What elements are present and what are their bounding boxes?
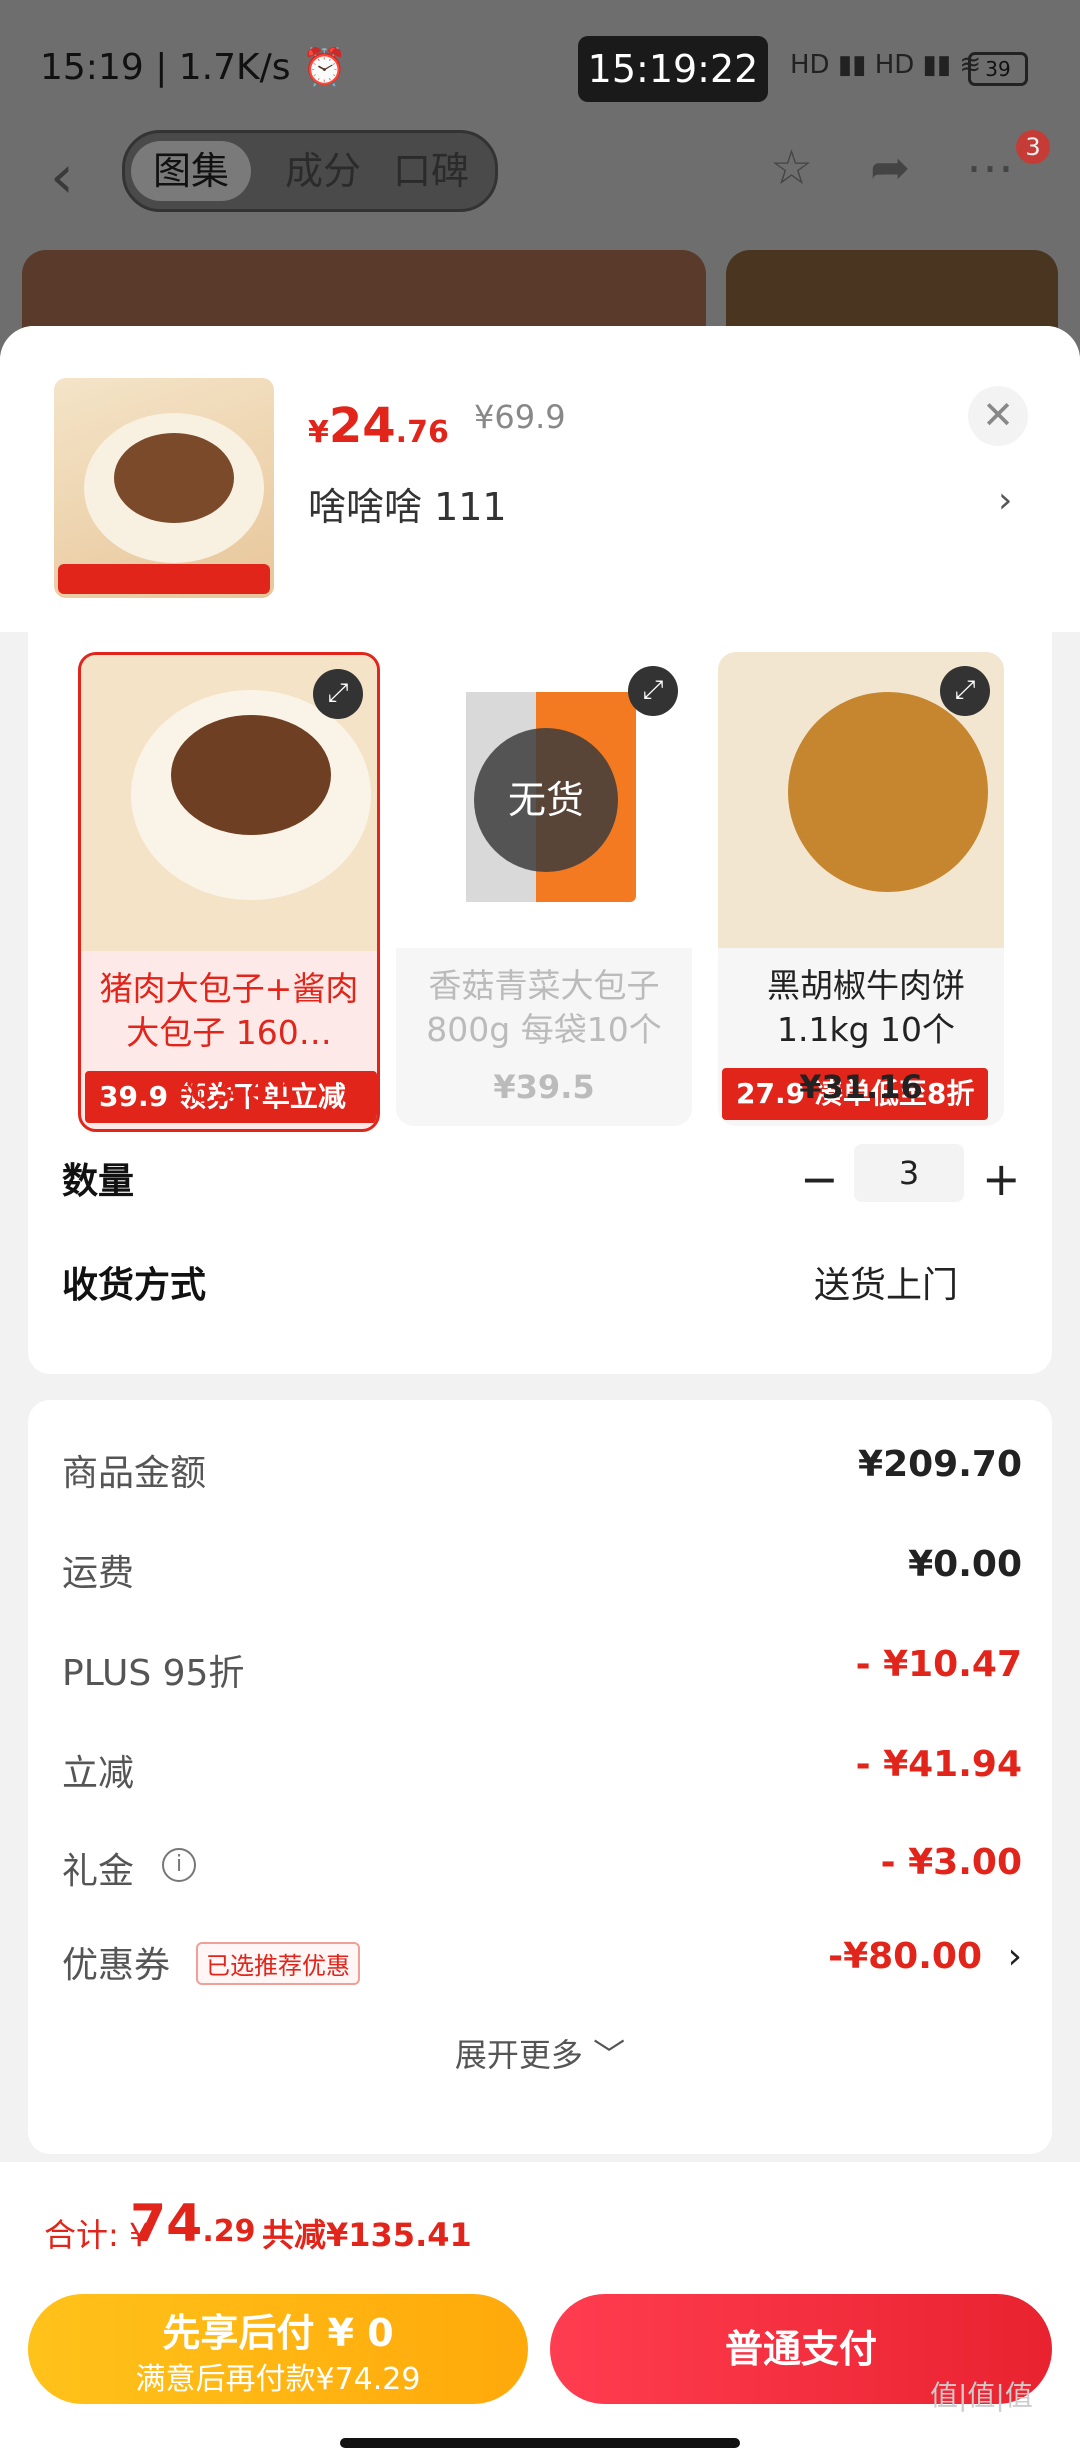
delivery-method[interactable]: 送货上门 bbox=[814, 1256, 958, 1308]
tab-gallery[interactable]: 图集 bbox=[131, 141, 252, 201]
share-icon[interactable]: ➦ bbox=[870, 140, 910, 196]
expand-icon[interactable]: ⤢ bbox=[940, 666, 990, 716]
total-amount: 74.29 bbox=[130, 2194, 256, 2254]
summary-label: 优惠券 bbox=[62, 1945, 171, 1986]
product-price: ¥31.16 bbox=[799, 1068, 923, 1106]
quantity-plus-button[interactable]: + bbox=[982, 1152, 1021, 1206]
product-name: 黑胡椒牛肉饼 1.1kg 10个 bbox=[767, 966, 965, 1049]
bottom-bar: 合计: ¥ 74.29 共减¥135.41 先享后付 ¥ 0 满意后再付款¥74… bbox=[0, 2162, 1080, 2460]
summary-label: PLUS 95折 bbox=[62, 1653, 245, 1694]
chevron-right-icon[interactable]: › bbox=[998, 480, 1012, 521]
summary-value: -¥80.00 bbox=[828, 1936, 982, 1977]
summary-value: - ¥10.47 bbox=[855, 1644, 1022, 1685]
bun-image bbox=[58, 413, 270, 594]
tab-ingredients[interactable]: 成分 bbox=[263, 141, 383, 201]
segment-tabs: 图集 成分 口碑 bbox=[122, 130, 498, 212]
coupon-tag: 已选推荐优惠 bbox=[196, 1942, 360, 1985]
pay-later-title: 先享后付 ¥ 0 bbox=[162, 2311, 394, 2355]
chevron-right-icon[interactable]: › bbox=[1008, 1936, 1022, 1977]
quantity-label: 数量 bbox=[62, 1161, 135, 1202]
total-savings: 共减¥135.41 bbox=[262, 2216, 472, 2254]
product-thumbnail bbox=[54, 378, 274, 598]
status-left: 15:19 | 1.7K/s ⏰ bbox=[40, 47, 347, 88]
sheet-header: ¥24.76 ¥69.9 啥啥啥 111 › ✕ bbox=[0, 326, 1080, 632]
out-of-stock-badge: 无货 bbox=[474, 728, 618, 872]
product-option[interactable]: 无货 ⤢ 香菇青菜大包子 800g 每袋10个 ¥39.5 bbox=[396, 652, 692, 1126]
battery-icon: 39 bbox=[968, 52, 1028, 86]
product-option[interactable]: 39.9 领券下单立减30元 ⤢ 猪肉大包子+酱肉大包子 160… ¥63.41 bbox=[78, 652, 380, 1132]
pay-later-button[interactable]: 先享后付 ¥ 0 满意后再付款¥74.29 bbox=[28, 2294, 528, 2404]
pay-later-subtitle: 满意后再付款¥74.29 bbox=[135, 2362, 421, 2397]
original-price: ¥69.9 bbox=[474, 398, 566, 436]
tab-reviews[interactable]: 口碑 bbox=[371, 141, 491, 201]
back-icon[interactable]: ‹ bbox=[50, 142, 74, 212]
notification-badge: 3 bbox=[1016, 130, 1050, 164]
product-name: 猪肉大包子+酱肉大包子 160… bbox=[99, 969, 359, 1052]
status-time: 15:19:22 bbox=[578, 36, 768, 102]
expand-more-button[interactable]: 展开更多 ﹀ bbox=[28, 2030, 1052, 2076]
status-bar: 15:19 | 1.7K/s ⏰ 15:19:22 HD ▮▮ HD ▮▮ ≋ … bbox=[0, 0, 1080, 140]
summary-row: 商品金额 ¥209.70 bbox=[62, 1444, 1022, 1504]
product-price: ¥63.41 bbox=[167, 1071, 291, 1109]
summary-row[interactable]: 优惠券 已选推荐优惠 -¥80.00 › bbox=[62, 1936, 1022, 1996]
product-price: ¥39.5 bbox=[493, 1068, 595, 1106]
summary-value: - ¥41.94 bbox=[855, 1744, 1022, 1785]
watermark: 值|值|值 bbox=[930, 2379, 1033, 2412]
summary-value: ¥0.00 bbox=[908, 1544, 1022, 1585]
expand-icon[interactable]: ⤢ bbox=[628, 666, 678, 716]
home-indicator[interactable] bbox=[340, 2438, 740, 2448]
purchase-sheet: ¥24.76 ¥69.9 啥啥啥 111 › ✕ 39.9 领券下单立减30元 … bbox=[0, 326, 1080, 2460]
nav-bar: ‹ 图集 成分 口碑 ☆ ➦ ⋯ 3 bbox=[0, 130, 1080, 240]
signal-icons: HD ▮▮ HD ▮▮ ≋ bbox=[790, 50, 982, 80]
product-name: 香菇青菜大包子 800g 每袋10个 bbox=[426, 966, 662, 1049]
delivery-label: 收货方式 bbox=[62, 1265, 207, 1306]
options-card: 39.9 领券下单立减30元 ⤢ 猪肉大包子+酱肉大包子 160… ¥63.41… bbox=[28, 632, 1052, 1374]
summary-label: 立减 bbox=[62, 1753, 135, 1794]
summary-row: 立减 - ¥41.94 bbox=[62, 1744, 1022, 1804]
summary-row: PLUS 95折 - ¥10.47 bbox=[62, 1644, 1022, 1704]
summary-value: ¥209.70 bbox=[858, 1444, 1022, 1485]
product-option[interactable]: 27.9 凑单低至8折 ⤢ 黑胡椒牛肉饼 1.1kg 10个 ¥31.16 bbox=[718, 652, 1004, 1126]
summary-row: 礼金 i - ¥3.00 bbox=[62, 1842, 1022, 1902]
summary-value: - ¥3.00 bbox=[880, 1842, 1022, 1883]
quantity-input[interactable]: 3 bbox=[854, 1144, 964, 1202]
price-summary-card: 商品金额 ¥209.70 运费 ¥0.00 PLUS 95折 - ¥10.47 … bbox=[28, 1400, 1052, 2154]
more-icon[interactable]: ⋯ bbox=[966, 140, 1014, 196]
quantity-minus-button[interactable]: − bbox=[800, 1152, 839, 1206]
summary-label: 运费 bbox=[62, 1553, 135, 1594]
summary-label: 礼金 bbox=[62, 1851, 135, 1892]
selected-variant[interactable]: 啥啥啥 111 bbox=[308, 476, 507, 531]
close-icon[interactable]: ✕ bbox=[968, 386, 1028, 446]
star-icon[interactable]: ☆ bbox=[770, 140, 813, 196]
info-icon[interactable]: i bbox=[162, 1848, 196, 1882]
summary-label: 商品金额 bbox=[62, 1453, 207, 1494]
current-price: ¥24.76 bbox=[308, 398, 449, 454]
expand-icon[interactable]: ⤢ bbox=[313, 669, 363, 719]
summary-row: 运费 ¥0.00 bbox=[62, 1544, 1022, 1604]
